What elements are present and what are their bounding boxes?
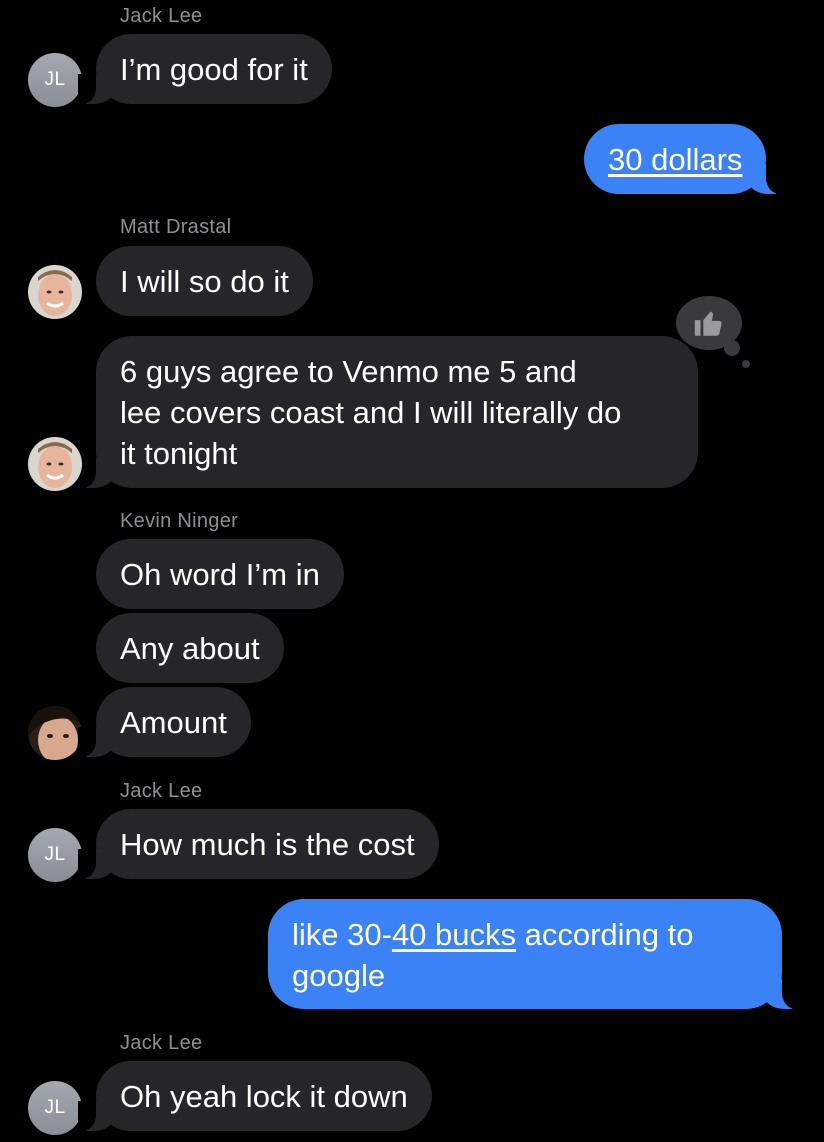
sender-name: Jack Lee — [120, 5, 203, 27]
avatar-jack-lee[interactable]: JL — [28, 53, 82, 107]
message-text: Oh yeah lock it down — [120, 1079, 408, 1114]
avatar-matt-drastal[interactable] — [28, 265, 82, 319]
message-link[interactable]: 30 dollars — [608, 142, 742, 177]
sender-name: Jack Lee — [120, 780, 203, 802]
reaction-tail — [742, 360, 750, 368]
avatar-photo-icon — [28, 706, 82, 760]
message-text: How much is the cost — [120, 827, 415, 862]
avatar-jack-lee[interactable]: JL — [28, 828, 82, 882]
message-text: I’m good for it — [120, 52, 308, 87]
message-bubble[interactable]: How much is the cost — [78, 809, 439, 879]
avatar-jack-lee[interactable]: JL — [28, 1081, 82, 1135]
thumbs-up-icon — [694, 311, 722, 336]
message-bubble[interactable]: Amount — [78, 687, 251, 757]
sender-name: Jack Lee — [120, 1032, 203, 1054]
message-bubble[interactable]: Any about — [96, 613, 284, 683]
message-text-line: 6 guys agree to Venmo me 5 and — [120, 354, 577, 389]
message-text-line: it tonight — [120, 436, 238, 471]
reaction-badge[interactable] — [676, 296, 742, 350]
message-text: Any about — [120, 631, 260, 666]
message-bubble-outgoing[interactable]: 30 dollars — [584, 124, 785, 194]
message-bubble-outgoing[interactable]: like 30-40 bucks according to google — [268, 899, 800, 1009]
avatar-photo-icon — [28, 265, 82, 319]
message-text-line: lee covers coast and I will literally do — [120, 395, 622, 430]
sender-name: Matt Drastal — [120, 216, 232, 238]
avatar-kevin-ninger[interactable] — [28, 706, 82, 760]
message-bubble[interactable]: I will so do it — [96, 246, 313, 316]
message-text: like 30- — [292, 917, 392, 952]
avatar-matt-drastal[interactable] — [28, 437, 82, 491]
avatar-photo-icon — [28, 437, 82, 491]
message-text: I will so do it — [120, 264, 289, 299]
sender-name: Kevin Ninger — [120, 510, 239, 532]
message-text: google — [292, 958, 386, 993]
message-bubble[interactable]: 6 guys agree to Venmo me 5 and lee cover… — [78, 336, 698, 488]
message-link[interactable]: 40 bucks — [392, 917, 516, 952]
message-text: according to — [516, 917, 694, 952]
message-text: Oh word I’m in — [120, 557, 320, 592]
message-bubble[interactable]: Oh word I’m in — [96, 539, 344, 609]
message-bubble[interactable]: I’m good for it — [78, 34, 332, 104]
message-bubble[interactable]: Oh yeah lock it down — [78, 1061, 432, 1131]
message-text: Amount — [120, 705, 227, 740]
